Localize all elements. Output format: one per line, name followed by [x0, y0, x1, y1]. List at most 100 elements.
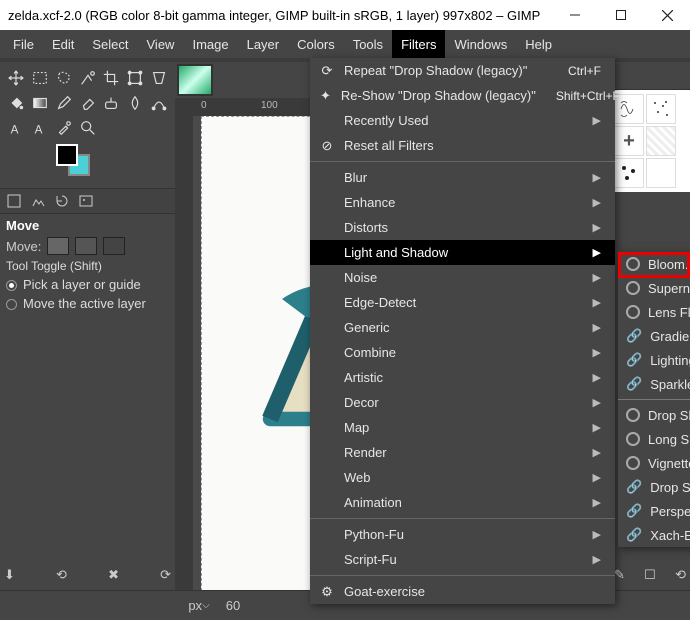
- gegl-icon: [626, 305, 640, 319]
- filters-goat-exercise[interactable]: ⚙Goat-exercise: [310, 579, 615, 604]
- images-tab[interactable]: [78, 193, 94, 209]
- rect-select-tool[interactable]: [28, 66, 52, 90]
- brush-cell[interactable]: +: [614, 126, 644, 156]
- move-mode-layer[interactable]: [47, 237, 69, 255]
- text-tool-2[interactable]: A: [28, 116, 52, 140]
- brush-cell[interactable]: [614, 158, 644, 188]
- filters-web[interactable]: Web▶: [310, 465, 615, 490]
- menu-select[interactable]: Select: [83, 30, 137, 58]
- filters-animation[interactable]: Animation▶: [310, 490, 615, 515]
- eraser-tool[interactable]: [76, 91, 100, 115]
- brush-cell[interactable]: [646, 158, 676, 188]
- refresh-brush-icon[interactable]: ⟲: [675, 567, 686, 583]
- filters-python-fu[interactable]: Python-Fu▶: [310, 522, 615, 547]
- new-brush-icon[interactable]: ☐: [644, 567, 656, 583]
- fuzzy-select-tool[interactable]: [76, 66, 100, 90]
- menu-help[interactable]: Help: [516, 30, 561, 58]
- color-picker-tool[interactable]: [52, 116, 76, 140]
- filters-reset[interactable]: ⊘Reset all Filters: [310, 133, 615, 158]
- filters-enhance[interactable]: Enhance▶: [310, 190, 615, 215]
- menu-tools[interactable]: Tools: [344, 30, 392, 58]
- color-selector[interactable]: [56, 144, 96, 180]
- close-button[interactable]: [644, 0, 690, 30]
- dock-tabs: [0, 188, 175, 214]
- maximize-button[interactable]: [598, 0, 644, 30]
- submenu-drop-shadow-legacy[interactable]: 🔗Drop Sha: [618, 475, 690, 499]
- filters-script-fu[interactable]: Script-Fu▶: [310, 547, 615, 572]
- smudge-tool[interactable]: [123, 91, 147, 115]
- tool-options-tab[interactable]: [6, 193, 22, 209]
- fg-color-swatch[interactable]: [56, 144, 78, 166]
- save-preset-icon[interactable]: ⬇: [4, 567, 15, 583]
- text-tool[interactable]: A: [4, 116, 28, 140]
- move-opt-active[interactable]: Move the active layer: [0, 294, 175, 313]
- transform-tool[interactable]: [123, 66, 147, 90]
- submenu-sparkle[interactable]: 🔗Sparkle...: [618, 372, 690, 396]
- menu-filters[interactable]: Filters: [392, 30, 445, 58]
- filters-blur[interactable]: Blur▶: [310, 165, 615, 190]
- filters-repeat[interactable]: ⟳ Repeat "Drop Shadow (legacy)" Ctrl+F: [310, 58, 615, 83]
- submenu-long-shadow[interactable]: Long Sha: [618, 427, 690, 451]
- submenu-drop-shadow[interactable]: Drop Sha: [618, 403, 690, 427]
- filters-distorts[interactable]: Distorts▶: [310, 215, 615, 240]
- filters-decor[interactable]: Decor▶: [310, 390, 615, 415]
- move-mode-selection[interactable]: [75, 237, 97, 255]
- bucket-fill-tool[interactable]: [4, 91, 28, 115]
- right-dock-tabs[interactable]: [610, 62, 690, 90]
- reshow-icon: ✦: [320, 89, 331, 103]
- warp-tool[interactable]: [147, 66, 171, 90]
- submenu-vignette[interactable]: Vignette..: [618, 451, 690, 475]
- menu-image[interactable]: Image: [183, 30, 237, 58]
- window-title: zelda.xcf-2.0 (RGB color 8-bit gamma int…: [8, 8, 552, 23]
- submenu-lens-flare[interactable]: Lens Flare: [618, 300, 690, 324]
- menu-file[interactable]: File: [4, 30, 43, 58]
- filters-recent[interactable]: Recently Used▶: [310, 108, 615, 133]
- submenu-perspective[interactable]: 🔗Perspecti: [618, 499, 690, 523]
- move-opt-pick[interactable]: Pick a layer or guide: [0, 275, 175, 294]
- move-mode-path[interactable]: [103, 237, 125, 255]
- filters-generic[interactable]: Generic▶: [310, 315, 615, 340]
- filters-artistic[interactable]: Artistic▶: [310, 365, 615, 390]
- gradient-tool[interactable]: [28, 91, 52, 115]
- image-tab-thumbnail[interactable]: [177, 64, 213, 96]
- zoom-dropdown[interactable]: 60: [222, 595, 244, 617]
- chevron-right-icon: ▶: [593, 114, 601, 127]
- edit-brush-icon[interactable]: ✎: [614, 567, 625, 583]
- undo-history-tab[interactable]: [54, 193, 70, 209]
- filters-light-and-shadow[interactable]: Light and Shadow▶: [310, 240, 615, 265]
- submenu-bloom[interactable]: Bloom...: [618, 252, 690, 276]
- filters-reshow[interactable]: ✦ Re-Show "Drop Shadow (legacy)" Shift+C…: [310, 83, 615, 108]
- menu-windows[interactable]: Windows: [445, 30, 516, 58]
- filters-edge-detect[interactable]: Edge-Detect▶: [310, 290, 615, 315]
- menu-layer[interactable]: Layer: [238, 30, 289, 58]
- reset-preset-icon[interactable]: ⟳: [160, 567, 171, 583]
- submenu-supernova[interactable]: Supernov: [618, 276, 690, 300]
- move-tool[interactable]: [4, 66, 28, 90]
- submenu-lighting-effects[interactable]: 🔗Lighting E: [618, 348, 690, 372]
- unit-dropdown[interactable]: px ⌵: [188, 595, 210, 617]
- filters-combine[interactable]: Combine▶: [310, 340, 615, 365]
- filters-render[interactable]: Render▶: [310, 440, 615, 465]
- brush-cell[interactable]: [646, 94, 676, 124]
- clone-tool[interactable]: [99, 91, 123, 115]
- zoom-tool[interactable]: [76, 116, 100, 140]
- minimize-button[interactable]: [552, 0, 598, 30]
- filters-map[interactable]: Map▶: [310, 415, 615, 440]
- link-icon: 🔗: [626, 503, 642, 519]
- crop-tool[interactable]: [99, 66, 123, 90]
- menu-colors[interactable]: Colors: [288, 30, 344, 58]
- delete-preset-icon[interactable]: ✖: [108, 567, 119, 583]
- pencil-tool[interactable]: [52, 91, 76, 115]
- path-tool[interactable]: [147, 91, 171, 115]
- submenu-xach-effect[interactable]: 🔗Xach-Effe: [618, 523, 690, 547]
- filters-noise[interactable]: Noise▶: [310, 265, 615, 290]
- link-icon: 🔗: [626, 352, 642, 368]
- submenu-gradient-flare[interactable]: 🔗Gradient: [618, 324, 690, 348]
- free-select-tool[interactable]: [52, 66, 76, 90]
- vertical-ruler[interactable]: [175, 116, 193, 590]
- brush-cell[interactable]: [646, 126, 676, 156]
- menu-view[interactable]: View: [138, 30, 184, 58]
- restore-preset-icon[interactable]: ⟲: [56, 567, 67, 583]
- device-status-tab[interactable]: [30, 193, 46, 209]
- menu-edit[interactable]: Edit: [43, 30, 83, 58]
